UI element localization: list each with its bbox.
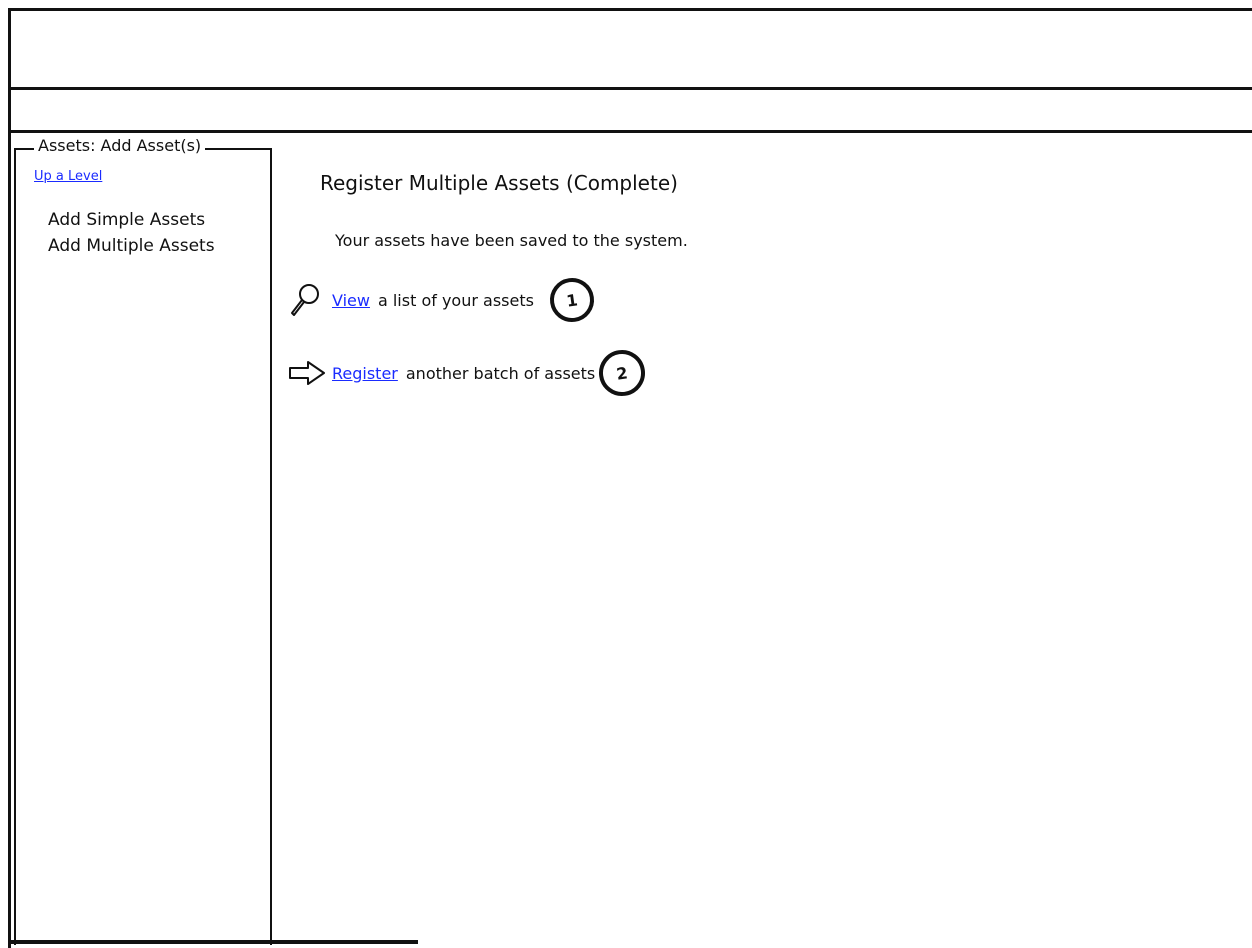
main-content: Register Multiple Assets (Complete) Your… xyxy=(280,133,1240,933)
register-row: Register another batch of assets 2 xyxy=(288,347,649,399)
view-assets-row: View a list of your assets 1 xyxy=(288,275,597,325)
sidebar-panel xyxy=(14,148,272,945)
sidebar-item-add-simple-assets[interactable]: Add Simple Assets xyxy=(48,207,215,233)
sidebar: Assets: Add Asset(s) Up a Level Add Simp… xyxy=(8,133,274,945)
sidebar-title: Assets: Add Asset(s) xyxy=(34,136,206,156)
sidebar-list: Add Simple Assets Add Multiple Assets xyxy=(48,207,215,259)
sidebar-item-add-multiple-assets[interactable]: Add Multiple Assets xyxy=(48,233,215,259)
arrow-right-icon xyxy=(288,357,328,389)
view-description: a list of your assets xyxy=(377,290,534,310)
header-divider xyxy=(8,87,1252,90)
bottom-divider xyxy=(8,940,418,944)
page-title: Register Multiple Assets (Complete) xyxy=(320,171,678,195)
annotation-marker-2: 2 xyxy=(596,347,649,399)
up-a-level-link[interactable]: Up a Level xyxy=(34,169,102,184)
success-message: Your assets have been saved to the syste… xyxy=(335,231,688,250)
magnifier-icon xyxy=(288,284,328,316)
register-link[interactable]: Register xyxy=(332,364,398,383)
register-description: another batch of assets xyxy=(405,363,596,383)
view-link[interactable]: View xyxy=(332,291,370,310)
annotation-marker-1: 1 xyxy=(547,275,597,325)
